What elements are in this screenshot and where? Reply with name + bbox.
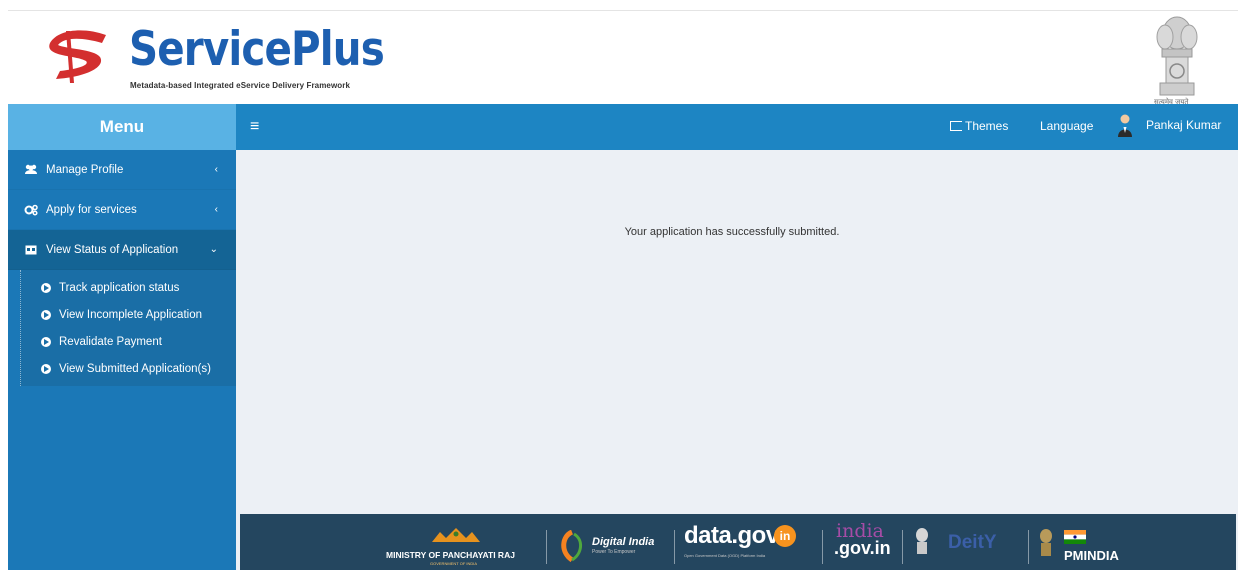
pmindia-text: PMINDIA (1064, 548, 1119, 563)
window-icon (24, 245, 38, 255)
flag-icon (950, 121, 962, 131)
user-avatar-icon (1118, 114, 1132, 137)
serviceplus-logo-icon (49, 30, 106, 83)
submenu-item-label: Revalidate Payment (59, 335, 162, 348)
sidebar-item-label: Manage Profile (46, 163, 124, 176)
indiagov-bottom-text: .gov.in (834, 538, 891, 558)
digital-india-subtext: Power To Empower (592, 549, 636, 555)
themes-label: Themes (965, 119, 1009, 133)
submenu-item-label: View Submitted Application(s) (59, 362, 211, 375)
submenu-item-label: View Incomplete Application (59, 308, 202, 321)
deity-text: DeitY (948, 532, 997, 553)
brand-title[interactable]: ServicePlus (129, 25, 385, 75)
footer-divider (1028, 530, 1029, 564)
user-name: Pankaj Kumar (1146, 118, 1222, 132)
user-menu[interactable]: Pankaj Kumar (1116, 113, 1221, 137)
sidebar-item-view-status[interactable]: View Status of Application ⌄ (8, 230, 236, 270)
chevron-down-icon: ⌄ (209, 244, 218, 255)
submenu-item-label: Track application status (59, 281, 180, 294)
top-navbar: ≡ Themes Language Pankaj Kumar (236, 104, 1238, 150)
circle-arrow-right-icon (41, 309, 51, 320)
sidebar-item-label: View Status of Application (46, 243, 179, 256)
success-message: Your application has successfully submit… (624, 226, 840, 238)
view-status-submenu: Track application status View Incomplete… (20, 270, 236, 386)
sidebar-item-label: Apply for services (46, 203, 137, 216)
sidebar: Menu Manage Profile ‹ Apply for services… (8, 104, 236, 570)
chevron-left-icon: ‹ (214, 164, 218, 175)
partner-logo-bar: MINISTRY OF PANCHAYATI RAJ GOVERNMENT OF… (240, 514, 1236, 570)
datagov-badge: in (774, 525, 796, 547)
pmindia-emblem-icon (1040, 529, 1052, 556)
national-emblem-icon (1156, 16, 1198, 96)
gears-icon (24, 204, 38, 216)
submenu-item-revalidate-payment[interactable]: Revalidate Payment (21, 328, 236, 355)
submenu-item-submitted-applications[interactable]: View Submitted Application(s) (21, 355, 236, 382)
site-header: ServicePlus Metadata-based Integrated eS… (8, 10, 1238, 106)
panchayati-raj-subtext: GOVERNMENT OF INDIA (430, 561, 478, 566)
menu-title: Menu (8, 104, 236, 150)
footer-divider (674, 530, 675, 564)
india-flag-icon (1064, 530, 1086, 544)
language-button[interactable]: Language (1040, 119, 1093, 133)
chevron-left-icon: ‹ (214, 204, 218, 215)
digital-india-text: Digital India (592, 536, 655, 548)
circle-arrow-right-icon (41, 282, 51, 293)
brand-tagline: Metadata-based Integrated eService Deliv… (130, 81, 351, 90)
datagov-text: data.gov (684, 522, 779, 549)
datagov-subtext: Open Government Data (OGD) Platform Indi… (684, 553, 766, 558)
submenu-item-incomplete-application[interactable]: View Incomplete Application (21, 301, 236, 328)
footer: MINISTRY OF PANCHAYATI RAJ GOVERNMENT OF… (236, 512, 1238, 570)
footer-divider (822, 530, 823, 564)
sidebar-item-manage-profile[interactable]: Manage Profile ‹ (8, 150, 236, 190)
sidebar-item-apply-services[interactable]: Apply for services ‹ (8, 190, 236, 230)
app-root: ServicePlus Metadata-based Integrated eS… (0, 0, 1242, 570)
deity-emblem-icon (916, 528, 928, 554)
main-content: Your application has successfully submit… (236, 150, 1238, 512)
footer-divider (902, 530, 903, 564)
footer-divider (546, 530, 547, 564)
users-icon (24, 164, 38, 175)
submenu-item-track-status[interactable]: Track application status (21, 274, 236, 301)
themes-button[interactable]: Themes (950, 119, 1008, 133)
circle-arrow-right-icon (41, 336, 51, 347)
circle-arrow-right-icon (41, 363, 51, 374)
panchayati-raj-text: MINISTRY OF PANCHAYATI RAJ (386, 550, 515, 560)
digital-india-swirl-icon (561, 530, 582, 562)
hamburger-menu-icon[interactable]: ≡ (250, 118, 259, 136)
panchayati-raj-emblem-icon (432, 528, 480, 542)
